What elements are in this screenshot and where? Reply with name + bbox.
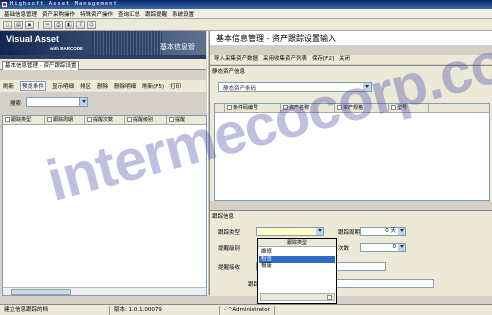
dropdown-option-scrap[interactable]: 报废 — [259, 263, 335, 270]
search-input[interactable] — [26, 97, 88, 107]
menu-item-purchase[interactable]: 资产采购操作 — [42, 10, 75, 18]
preview-condition-button[interactable]: 预览条件 — [20, 81, 47, 91]
refresh-f5-button[interactable]: 刷新(F5) — [142, 82, 164, 90]
import-data-button[interactable]: 导入采集资产数据 — [214, 55, 258, 64]
menu-item-settings[interactable]: 系统设置 — [172, 10, 194, 18]
preview-icon[interactable]: ◧ — [65, 20, 74, 29]
row-indicator — [215, 104, 225, 113]
save-icon[interactable]: ▪ — [25, 20, 34, 29]
search-row: 搜索 — [0, 97, 206, 109]
help-icon[interactable]: ? — [76, 20, 85, 29]
chevron-down-icon[interactable] — [398, 228, 405, 235]
title-bar: Highsoft Asset Management — [0, 0, 492, 9]
col-model[interactable]: 型号 — [389, 104, 429, 113]
col-asset-name[interactable]: 资产名称 — [281, 104, 335, 113]
col-track-type[interactable]: 跟踪类型 — [3, 116, 45, 125]
dropdown-option-repair[interactable]: 维修 — [259, 249, 335, 256]
horizontal-scrollbar[interactable] — [3, 287, 206, 295]
col-track-cycle[interactable]: 跟踪周期 — [45, 116, 85, 125]
menu-item-basic[interactable]: 基础信息管理 — [4, 10, 37, 18]
menu-bar: 基础信息管理 资产采购操作 特殊资产操作 查询汇总 跟踪提醒 系统设置 — [0, 9, 492, 19]
page-title: 基本信息管理 - 资产跟踪设置输入 — [216, 34, 336, 43]
chevron-down-icon[interactable] — [398, 244, 405, 251]
use-list-button[interactable]: 采用收集资产列表 — [263, 55, 307, 64]
status-bar: 建立信息跟踪的档 版本: 1.0.1.00079 - ^Administrato… — [0, 304, 492, 315]
print-icon[interactable]: ⎙ — [54, 20, 63, 29]
checkbox-icon[interactable] — [327, 295, 332, 300]
remind-level-label: 提醒级别 — [218, 246, 241, 252]
remind-receiver-label: 提醒接收 — [218, 265, 241, 271]
group-title: 跟踪信息 — [212, 214, 235, 220]
left-tab-strip: 基本信息管理 - 资产跟踪设置 — [0, 59, 206, 70]
chevron-down-icon[interactable] — [363, 83, 371, 91]
track-cycle-unit: 天 — [390, 228, 396, 234]
open-icon[interactable]: ▤ — [14, 20, 23, 29]
delete-detail-button[interactable]: 删除明细 — [114, 82, 136, 90]
dropdown-option-inspect[interactable]: 检查 — [259, 256, 335, 263]
dropdown-footer — [260, 293, 335, 301]
status-message: 建立信息跟踪的档 — [0, 305, 110, 315]
exit-icon[interactable]: ⏻ — [87, 20, 96, 29]
track-type-dropdown-list[interactable]: 跟踪类型 维修 检查 报废 — [257, 238, 337, 304]
grid-header: 条件码编号 资产名称 资产规格 型号 — [215, 104, 489, 113]
new-icon[interactable]: ▯ — [3, 20, 12, 29]
status-user: - ^Administrator — [220, 305, 275, 315]
track-type-select[interactable] — [256, 227, 324, 236]
close-button[interactable]: 关闭 — [339, 55, 350, 64]
group-title: 静态资产信息 — [212, 69, 246, 75]
brand-subtitle: with BARCODE — [50, 46, 83, 51]
asset-barcode-placeholder: 静态资产条码 — [223, 86, 257, 92]
menu-item-special[interactable]: 特殊资产操作 — [80, 10, 113, 18]
col-remind[interactable]: 提醒 — [167, 116, 206, 125]
delete-button[interactable]: 删除 — [97, 82, 108, 90]
left-toolbar: 刷新 预览条件 显示明细 排区 删除 删除明细 刷新(F5) 打印 — [0, 80, 206, 92]
col-asset-spec[interactable]: 资产规格 — [335, 104, 389, 113]
tracking-list-grid[interactable]: 跟踪类型 跟踪周期 提醒次数 提醒级别 提醒 — [2, 115, 207, 296]
remind-times-value: 0 — [392, 244, 397, 250]
track-cycle-value: 0 — [385, 228, 389, 234]
track-cycle-input[interactable]: 0 天 — [360, 227, 406, 236]
asset-barcode-input[interactable]: 静态资产条码 — [218, 82, 372, 92]
refresh-button[interactable]: 刷新 — [3, 82, 14, 90]
tracking-info-group: 跟踪信息 跟踪类型 跟踪周期 0 天 提醒级别 次数 0 提醒接收 跟踪备注 — [210, 210, 492, 296]
save-button[interactable]: 保存[F2] — [312, 55, 334, 64]
right-toolbar: 导入采集资产数据 采用收集资产列表 保存[F2] 关闭 — [210, 55, 492, 64]
banner-section-title: 基本信息管 — [160, 43, 195, 51]
scrollbar-thumb[interactable] — [11, 289, 71, 295]
show-detail-button[interactable]: 显示明细 — [52, 82, 74, 90]
static-asset-group: 静态资产信息 静态资产条码 条件码编号 资产名称 资产规格 型号 — [210, 65, 492, 201]
toolbar-separator — [38, 20, 39, 29]
print-button[interactable]: 打印 — [170, 82, 181, 90]
remind-times-label: 次数 — [338, 246, 350, 252]
chevron-down-icon[interactable] — [79, 98, 87, 106]
sort-button[interactable]: 排区 — [80, 82, 91, 90]
brand-title: Visual Asset — [6, 34, 60, 44]
dropdown-header: 跟踪类型 — [258, 239, 336, 247]
cut-icon[interactable]: ✂ — [43, 20, 52, 29]
chevron-down-icon[interactable] — [316, 228, 323, 235]
track-cycle-label: 跟踪周期 — [338, 230, 361, 236]
remind-times-input[interactable]: 0 — [360, 243, 406, 252]
menu-item-query[interactable]: 查询汇总 — [118, 10, 140, 18]
search-label: 搜索 — [10, 101, 22, 107]
col-remind-level[interactable]: 提醒级别 — [125, 116, 167, 125]
asset-grid[interactable]: 条件码编号 资产名称 资产规格 型号 — [214, 103, 490, 201]
right-header: 基本信息管理 - 资产跟踪设置输入 — [210, 31, 492, 45]
status-version: 版本: 1.0.1.00079 — [110, 305, 220, 315]
main-toolbar: ▯ ▤ ▪ ✂ ⎙ ◧ ? ⏻ — [0, 19, 492, 31]
tab-asset-tracking[interactable]: 基本信息管理 - 资产跟踪设置 — [2, 61, 80, 70]
menu-item-track[interactable]: 跟踪提醒 — [145, 10, 167, 18]
track-type-label: 跟踪类型 — [218, 230, 241, 236]
grid-header: 跟踪类型 跟踪周期 提醒次数 提醒级别 提醒 — [3, 116, 206, 125]
brand-banner: Visual Asset with BARCODE 基本信息管 — [0, 31, 206, 59]
window-title: Highsoft Asset Management — [10, 1, 118, 7]
col-barcode[interactable]: 条件码编号 — [225, 104, 281, 113]
col-remind-times[interactable]: 提醒次数 — [85, 116, 125, 125]
app-icon — [2, 2, 7, 7]
